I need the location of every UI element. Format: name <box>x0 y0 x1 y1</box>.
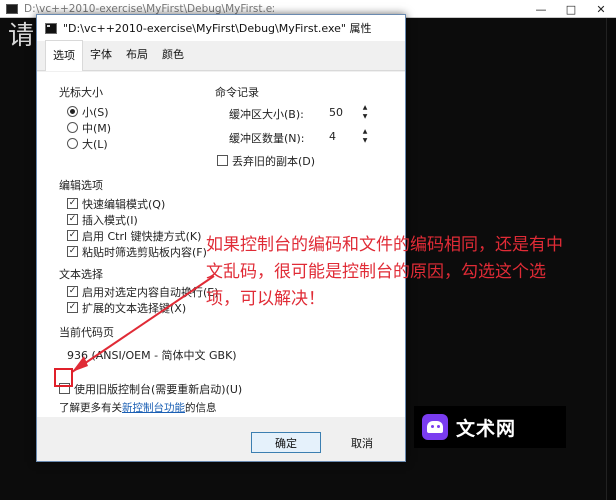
watermark-text: 文术网 <box>456 417 517 440</box>
radio-button[interactable] <box>67 122 78 133</box>
dialog-title-bar: "D:\vc++2010-exercise\MyFirst\Debug\MyFi… <box>37 15 405 41</box>
checkbox-label: 快速编辑模式(Q) <box>82 197 166 211</box>
checkbox-label: 使用旧版控制台(需要重新启动)(U) <box>74 382 243 396</box>
edit-options-label: 编辑选项 <box>59 179 103 192</box>
tab-font[interactable]: 字体 <box>83 46 119 70</box>
checkbox[interactable]: ✓ <box>67 230 78 241</box>
ok-button[interactable]: 确定 <box>251 432 321 453</box>
radio-label: 小(S) <box>82 105 109 119</box>
spin-up-icon[interactable]: ▲ <box>363 128 368 135</box>
checkbox-label: 扩展的文本选择键(X) <box>82 301 187 315</box>
radio-button[interactable] <box>67 138 78 149</box>
console-window-controls: — □ ✕ <box>526 0 616 18</box>
radio-button[interactable] <box>67 106 78 117</box>
checkbox[interactable] <box>217 155 228 166</box>
spin-down-icon[interactable]: ▼ <box>363 113 368 120</box>
buffer-count-spinner[interactable]: ▲ ▼ <box>361 128 369 144</box>
checkbox-label: 丢弃旧的副本(D) <box>232 154 316 168</box>
radio-label: 大(L) <box>82 137 108 151</box>
checkbox-ctrl-shortcuts[interactable]: ✓ 启用 Ctrl 键快捷方式(K) <box>67 228 201 243</box>
tab-strip: 选项 字体 布局 颜色 <box>37 40 405 71</box>
checkbox-discard-old[interactable]: 丢弃旧的副本(D) <box>217 153 315 168</box>
checkbox-legacy-console[interactable]: 使用旧版控制台(需要重新启动)(U) <box>59 381 242 396</box>
watermark-logo-icon <box>422 414 448 440</box>
checkbox-label: 启用 Ctrl 键快捷方式(K) <box>82 229 202 243</box>
checkbox-insert-mode[interactable]: ✓ 插入模式(I) <box>67 212 138 227</box>
dialog-title: "D:\vc++2010-exercise\MyFirst\Debug\MyFi… <box>63 22 372 35</box>
command-history-label: 命令记录 <box>215 86 259 99</box>
learn-more-suffix: 的信息 <box>185 402 217 414</box>
radio-cursor-large[interactable]: 大(L) <box>67 136 108 151</box>
checkbox-label: 粘贴时筛选剪贴板内容(F) <box>82 245 207 259</box>
checkbox-filter-clipboard[interactable]: ✓ 粘贴时筛选剪贴板内容(F) <box>67 244 207 259</box>
cursor-size-label: 光标大小 <box>59 86 103 99</box>
checkbox[interactable]: ✓ <box>67 302 78 313</box>
console-title: D:\vc++2010-exercise\MyFirst\Debug\MyFir… <box>24 2 274 15</box>
console-scrollbar[interactable] <box>606 18 616 500</box>
codepage-label: 当前代码页 <box>59 326 114 339</box>
console-output: 请 <box>8 21 35 51</box>
cancel-button[interactable]: 取消 <box>327 432 397 453</box>
checkbox[interactable]: ✓ <box>67 198 78 209</box>
tab-colors[interactable]: 颜色 <box>155 46 191 70</box>
minimize-icon[interactable]: — <box>526 0 556 18</box>
checkbox-line-wrap[interactable]: ✓ 启用对选定内容自动换行(E) <box>67 284 219 299</box>
buffer-count-input[interactable]: 4 <box>329 130 336 143</box>
radio-cursor-small[interactable]: 小(S) <box>67 104 109 119</box>
codepage-value: 936 (ANSI/OEM - 简体中文 GBK) <box>67 349 237 362</box>
learn-more-text: 了解更多有关新控制台功能的信息 <box>59 400 217 415</box>
maximize-icon[interactable]: □ <box>556 0 586 18</box>
highlight-box <box>54 368 73 387</box>
radio-cursor-medium[interactable]: 中(M) <box>67 120 111 135</box>
watermark: 文术网 <box>414 406 566 448</box>
tab-options[interactable]: 选项 <box>45 40 83 71</box>
spin-up-icon[interactable]: ▲ <box>363 104 368 111</box>
spin-down-icon[interactable]: ▼ <box>363 137 368 144</box>
checkbox[interactable]: ✓ <box>67 286 78 297</box>
close-icon[interactable]: ✕ <box>586 0 616 18</box>
checkbox-quick-edit[interactable]: ✓ 快速编辑模式(Q) <box>67 196 165 211</box>
radio-label: 中(M) <box>82 121 112 135</box>
checkbox-label: 启用对选定内容自动换行(E) <box>82 285 219 299</box>
new-console-features-link[interactable]: 新控制台功能 <box>122 402 185 414</box>
learn-more-prefix: 了解更多有关 <box>59 402 122 414</box>
buffer-size-spinner[interactable]: ▲ ▼ <box>361 104 369 120</box>
console-app-icon <box>6 3 18 14</box>
checkbox[interactable]: ✓ <box>67 246 78 257</box>
console-icon <box>45 22 57 34</box>
buffer-size-label: 缓冲区大小(B): <box>229 108 304 121</box>
checkbox[interactable]: ✓ <box>67 214 78 225</box>
text-selection-label: 文本选择 <box>59 268 103 281</box>
annotation-text: 如果控制台的编码和文件的编码相同，还是有中文乱码，很可能是控制台的原因，勾选这个… <box>206 235 563 309</box>
buffer-count-label: 缓冲区数量(N): <box>229 132 305 145</box>
tab-layout[interactable]: 布局 <box>119 46 155 70</box>
checkbox-extended-keys[interactable]: ✓ 扩展的文本选择键(X) <box>67 300 186 315</box>
checkbox-label: 插入模式(I) <box>82 213 138 227</box>
buffer-size-input[interactable]: 50 <box>329 106 343 119</box>
